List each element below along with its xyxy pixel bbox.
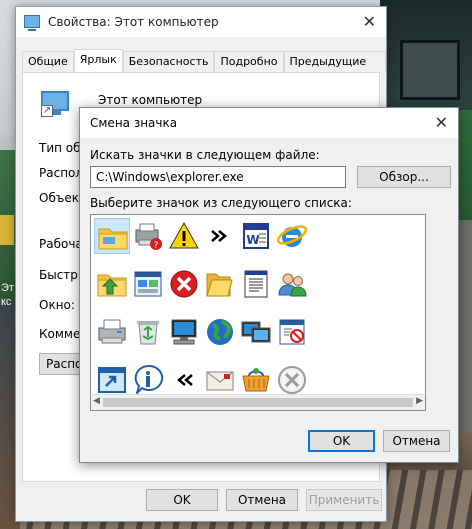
dialog-cancel-button[interactable]: Отмена <box>383 430 450 452</box>
folder-icon[interactable] <box>94 218 130 254</box>
browse-button[interactable]: Обзор... <box>357 166 451 188</box>
folder-up-icon[interactable] <box>94 266 130 302</box>
svg-text:W: W <box>246 233 259 247</box>
scroll-right-icon[interactable]: ▶ <box>416 396 423 406</box>
warning-icon[interactable] <box>166 218 202 254</box>
tab-security[interactable]: Безопасность <box>122 51 215 72</box>
app-window-icon[interactable] <box>130 266 166 302</box>
users-icon[interactable] <box>274 266 310 302</box>
close-icon[interactable]: ✕ <box>363 12 376 31</box>
svg-text:?: ? <box>154 241 159 251</box>
background-text: кс <box>1 296 12 308</box>
printer-error-icon[interactable]: ? <box>130 218 166 254</box>
icon-list[interactable]: ? W <box>90 214 426 410</box>
cancel-button[interactable]: Отмена <box>226 489 298 511</box>
window-title: Свойства: Этот компьютер <box>48 15 219 29</box>
icon-list-label: Выберите значок из следующего списка: <box>90 196 352 210</box>
document-lines-icon[interactable] <box>238 266 274 302</box>
tab-previous-versions[interactable]: Предыдущие версии <box>283 51 386 81</box>
dialog-titlebar[interactable]: Смена значка ✕ <box>80 108 458 138</box>
window-arrow-icon[interactable] <box>94 362 130 398</box>
properties-titlebar[interactable]: Свойства: Этот компьютер ✕ <box>16 7 386 37</box>
dialog-ok-button[interactable]: OK <box>308 430 375 452</box>
back-arrows-icon[interactable] <box>166 362 202 398</box>
globe-icon[interactable] <box>202 314 238 350</box>
tab-shortcut[interactable]: Ярлык <box>73 49 123 73</box>
forward-arrows-icon[interactable] <box>202 218 238 254</box>
error-icon[interactable] <box>166 266 202 302</box>
mail-icon[interactable] <box>202 362 238 398</box>
label-window: Окно: <box>39 298 75 312</box>
fax-printer-icon[interactable] <box>94 314 130 350</box>
horizontal-scrollbar[interactable]: ◀ ▶ <box>90 394 426 411</box>
gray-x-icon[interactable] <box>274 362 310 398</box>
file-label: Искать значки в следующем файле: <box>90 148 320 162</box>
scroll-thumb[interactable] <box>103 398 413 407</box>
window-blocked-icon[interactable] <box>274 314 310 350</box>
ok-button[interactable]: OK <box>146 489 218 511</box>
computer-icon[interactable] <box>166 314 202 350</box>
recycle-bin-icon[interactable] <box>130 314 166 350</box>
file-path-input[interactable] <box>90 166 346 188</box>
monitors-icon[interactable] <box>238 314 274 350</box>
apply-button[interactable]: Применить <box>306 489 382 511</box>
change-icon-dialog: Смена значка ✕ Искать значки в следующем… <box>79 107 459 463</box>
tab-strip: Общие Ярлык Безопасность Подробно Предыд… <box>22 49 386 81</box>
shopping-basket-icon[interactable] <box>238 362 274 398</box>
close-icon[interactable]: ✕ <box>435 113 448 132</box>
computer-icon <box>24 15 40 31</box>
dialog-title: Смена значка <box>90 116 178 130</box>
background-text: Эт <box>1 282 14 294</box>
info-icon[interactable] <box>130 362 166 398</box>
tab-details[interactable]: Подробно <box>214 51 284 72</box>
folder-open-icon[interactable] <box>202 266 238 302</box>
internet-explorer-icon[interactable] <box>274 218 310 254</box>
tab-general[interactable]: Общие <box>22 51 74 72</box>
shortcut-name[interactable]: Этот компьютер <box>98 93 202 107</box>
shortcut-computer-icon: ↗ <box>41 91 71 117</box>
document-icon[interactable]: W <box>238 218 274 254</box>
scroll-left-icon[interactable]: ◀ <box>93 396 100 406</box>
